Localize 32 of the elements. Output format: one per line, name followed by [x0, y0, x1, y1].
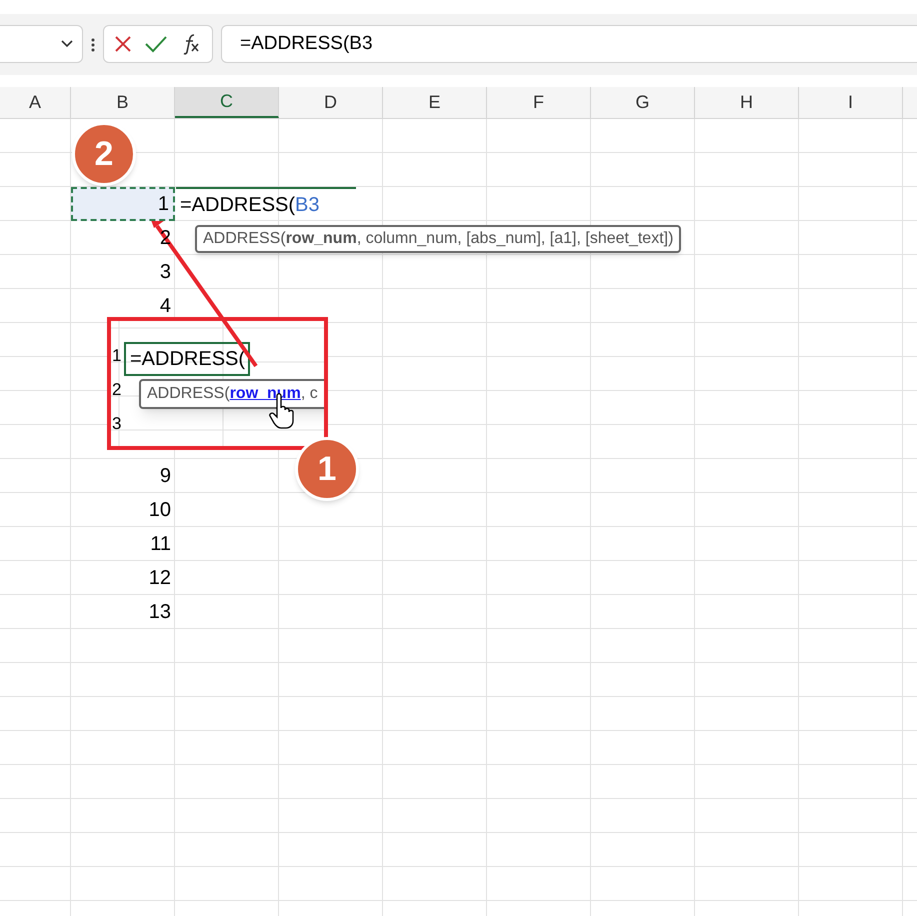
- cell-value: 2: [112, 381, 122, 398]
- column-header[interactable]: I: [799, 87, 903, 118]
- cell-value: 3: [112, 415, 122, 432]
- cell-value: 1: [112, 347, 122, 364]
- column-header[interactable]: C: [175, 87, 279, 118]
- table-cell-text: 13: [148, 600, 172, 625]
- table-cell-text: 9: [158, 464, 172, 489]
- more-icon[interactable]: [91, 38, 95, 52]
- step-badge: 1: [295, 437, 359, 501]
- editing-cell[interactable]: =ADDRESS(B3: [176, 187, 356, 221]
- function-tooltip: ADDRESS(row_num, column_num, [abs_num], [a1], [sheet_text]): [195, 225, 682, 253]
- chevron-down-icon: [60, 39, 74, 49]
- column-header[interactable]: G: [591, 87, 695, 118]
- function-tooltip: ADDRESS(row_num, c: [139, 379, 324, 409]
- table-cell-text: 4: [158, 294, 172, 319]
- column-header[interactable]: A: [0, 87, 71, 118]
- step-badge: 2: [72, 122, 136, 186]
- table-cell-text: 3: [158, 260, 172, 285]
- formula-field[interactable]: =ADDRESS(B3: [221, 25, 917, 63]
- column-header[interactable]: H: [695, 87, 799, 118]
- table-cell-text: 12: [148, 566, 172, 591]
- column-header[interactable]: F: [487, 87, 591, 118]
- table-cell-text: 11: [149, 532, 172, 557]
- table-cell: 1: [71, 187, 175, 221]
- editing-cell[interactable]: =ADDRESS(: [124, 342, 250, 376]
- argument-link[interactable]: row_num: [230, 382, 301, 406]
- table-cell-text: 2: [158, 226, 172, 251]
- checkmark-icon[interactable]: [144, 34, 168, 54]
- table-cell-text: 10: [148, 498, 172, 523]
- cancel-icon[interactable]: [113, 34, 134, 54]
- column-header[interactable]: E: [383, 87, 487, 118]
- column-header[interactable]: D: [279, 87, 383, 118]
